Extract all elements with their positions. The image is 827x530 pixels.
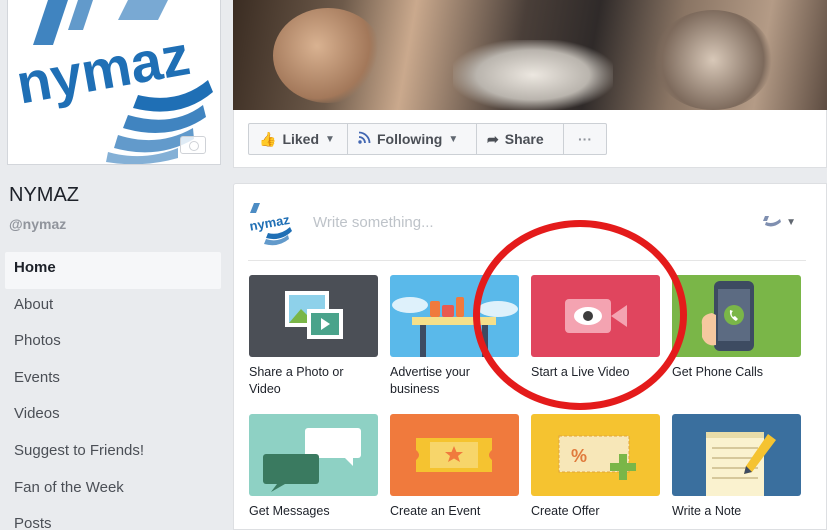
profile-picture[interactable]: nymaz <box>7 0 221 165</box>
rss-icon <box>358 131 371 147</box>
tile-label: Create Offer <box>531 504 600 518</box>
nav-item-events[interactable]: Events <box>5 362 221 399</box>
cover-photo[interactable] <box>233 0 827 110</box>
liked-label: Liked <box>282 131 320 147</box>
share-arrow-icon: ➦ <box>487 130 499 147</box>
tile-label: Create an Event <box>390 504 481 518</box>
nav-item-fan-of-week[interactable]: Fan of the Week <box>5 472 221 509</box>
cover-photo-detail <box>273 8 383 103</box>
share-label: Share <box>504 131 544 147</box>
svg-text:nymaz: nymaz <box>248 212 291 234</box>
tile-label: Get Messages <box>249 504 330 518</box>
following-label: Following <box>377 131 443 147</box>
avatar: nymaz <box>246 199 296 249</box>
tile-label: Share a Photo or Video <box>249 365 344 396</box>
tile-get-phone-calls[interactable]: Get Phone Calls <box>672 275 801 381</box>
nav-item-about[interactable]: About <box>5 289 221 326</box>
more-button[interactable]: ··· <box>563 123 607 155</box>
page-nav: Home About Photos Events Videos Suggest … <box>5 252 221 530</box>
tile-label: Write a Note <box>672 504 742 518</box>
nav-item-posts[interactable]: Posts <box>5 508 221 530</box>
tile-write-note[interactable]: Write a Note <box>672 414 801 520</box>
tile-share-photo[interactable]: Share a Photo or Video <box>249 275 378 398</box>
nav-item-videos[interactable]: Videos <box>5 398 221 435</box>
page-handle[interactable]: @nymaz <box>9 216 66 232</box>
nav-item-suggest[interactable]: Suggest to Friends! <box>5 435 221 472</box>
cover-photo-detail <box>653 10 773 110</box>
ticket-icon <box>390 414 519 496</box>
nav-item-home[interactable]: Home <box>5 252 221 289</box>
notepad-icon <box>672 414 801 496</box>
more-dots-icon: ··· <box>578 131 592 147</box>
cover-photo-detail <box>453 40 613 110</box>
page-logo-icon <box>763 216 782 227</box>
page-title: NYMAZ <box>9 184 79 206</box>
facebook-page: nymaz NYMAZ @nymaz Home About Photos Eve… <box>0 0 827 530</box>
tile-get-messages[interactable]: Get Messages <box>249 414 378 520</box>
chevron-down-icon: ▼ <box>325 133 335 145</box>
chevron-down-icon: ▼ <box>448 133 459 145</box>
camera-icon[interactable] <box>180 136 206 154</box>
message-bubble-icon <box>249 414 378 496</box>
phone-icon <box>672 275 801 357</box>
offer-coupon-icon: % <box>531 414 660 496</box>
highlight-circle-annotation <box>473 220 687 410</box>
following-button[interactable]: Following ▼ <box>347 123 477 155</box>
share-button[interactable]: ➦ Share <box>476 123 564 155</box>
chevron-down-icon: ▼ <box>786 216 796 228</box>
svg-text:%: % <box>571 446 587 466</box>
post-as-selector[interactable]: ▼ <box>762 214 796 230</box>
tile-create-event[interactable]: Create an Event <box>390 414 519 520</box>
composer-input[interactable]: Write something... <box>313 214 434 231</box>
liked-button[interactable]: 👍 Liked ▼ <box>248 123 348 155</box>
tile-create-offer[interactable]: % Create Offer <box>531 414 660 520</box>
thumbs-up-icon: 👍 <box>259 130 277 147</box>
photo-video-icon <box>249 275 378 357</box>
page-action-bar: 👍 Liked ▼ Following ▼ ➦ Share ··· <box>233 110 827 168</box>
tile-label: Get Phone Calls <box>672 365 764 379</box>
nav-item-photos[interactable]: Photos <box>5 325 221 362</box>
